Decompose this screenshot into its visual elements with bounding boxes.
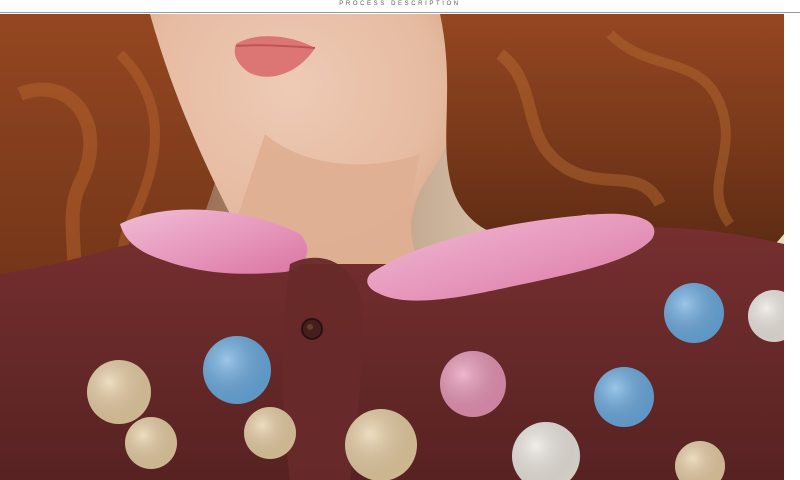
product-detail-page: PROCESS DESCRIPTION xyxy=(0,0,800,480)
photo-illustration xyxy=(0,14,784,480)
header-divider xyxy=(0,12,800,13)
section-title: PROCESS DESCRIPTION xyxy=(339,1,461,7)
section-header: PROCESS DESCRIPTION xyxy=(0,0,800,14)
right-margin xyxy=(784,14,800,480)
photo-texture xyxy=(0,14,784,480)
product-photo xyxy=(0,14,784,480)
